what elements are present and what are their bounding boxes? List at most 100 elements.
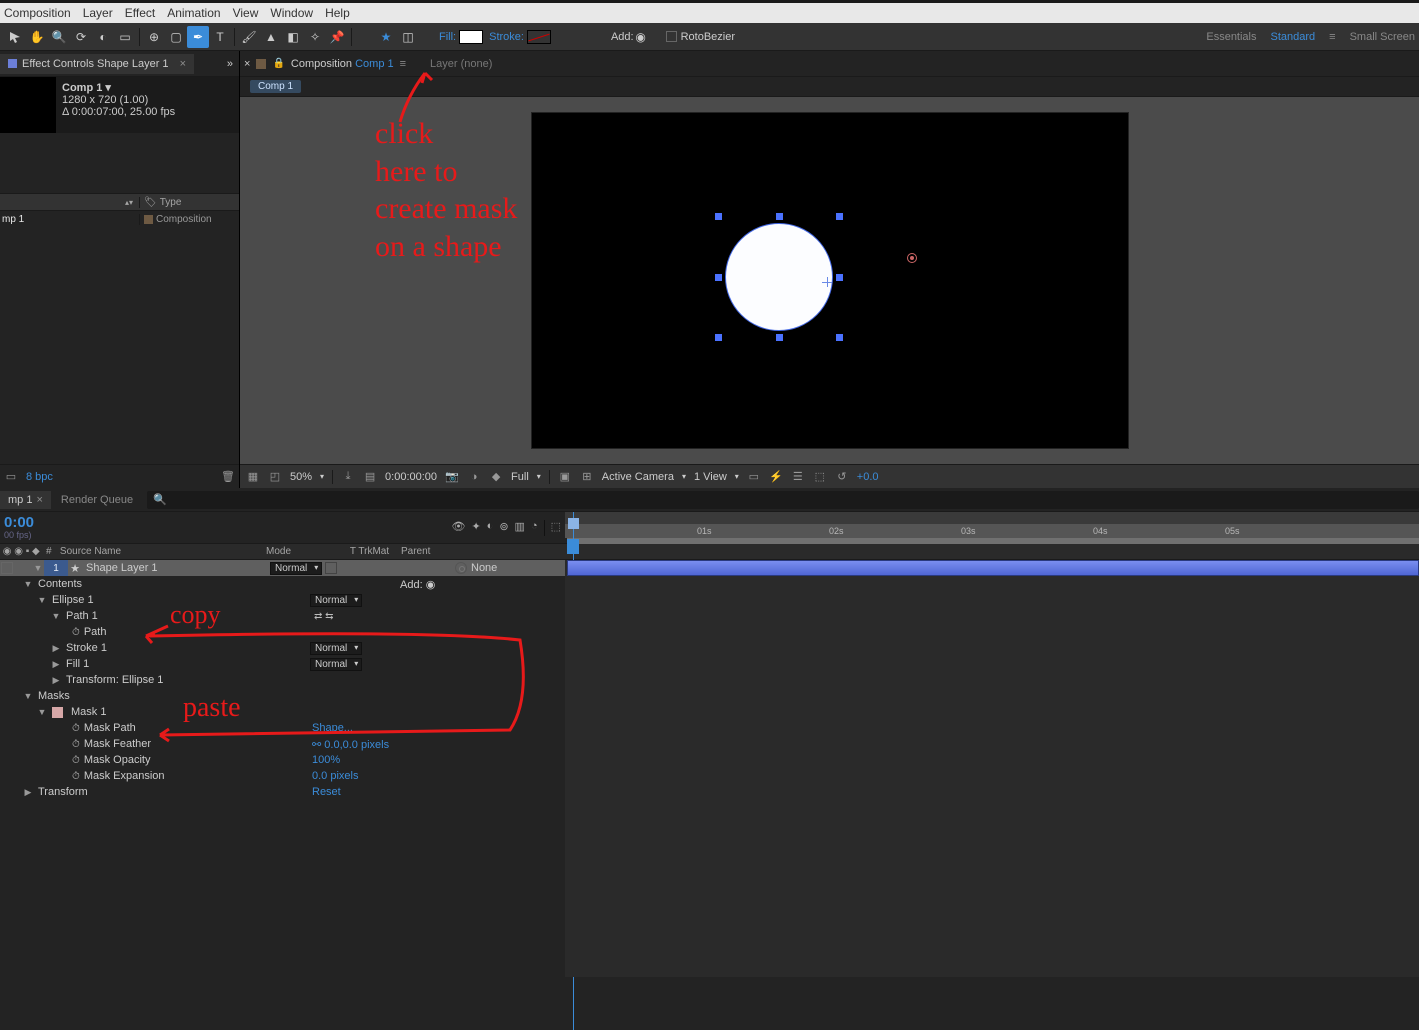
visibility-toggle[interactable]	[1, 562, 13, 574]
zoom-dropdown[interactable]: 50%	[290, 471, 312, 483]
mask-path-prop[interactable]: ⏱ Mask Path Shape...	[0, 720, 565, 736]
snapshot-icon[interactable]: 📷	[445, 470, 459, 484]
lock-icon[interactable]: 🔒	[272, 58, 284, 69]
views-dropdown[interactable]: 1 View	[694, 471, 727, 483]
tool-brush[interactable]: 🖌	[238, 26, 260, 48]
reset-exposure-icon[interactable]: ↺	[835, 470, 849, 484]
frameblend-icon[interactable]: ◐	[487, 520, 494, 536]
project-row[interactable]: mp 1 Composition	[0, 211, 239, 228]
stroke-mode-dropdown[interactable]: Normal	[310, 642, 362, 655]
stopwatch-icon[interactable]: ⏱	[72, 755, 80, 766]
timeline-icon[interactable]: ☰	[791, 470, 805, 484]
trkmat-column-header[interactable]: T TrkMat	[342, 546, 397, 557]
workspace-essentials[interactable]: Essentials	[1206, 31, 1256, 43]
menu-effect[interactable]: Effect	[125, 6, 155, 20]
fill-mode-dropdown[interactable]: Normal	[310, 658, 362, 671]
tool-stamp[interactable]: ▲	[260, 26, 282, 48]
anchor-point-icon[interactable]	[822, 277, 832, 287]
transform-group[interactable]: ▶ Transform Reset	[0, 784, 565, 800]
comp-name[interactable]: Comp 1 ▾	[62, 81, 175, 94]
stopwatch-icon[interactable]: ⏱	[72, 739, 80, 750]
preserve-transparency[interactable]	[325, 562, 337, 574]
effect-controls-tab[interactable]: Effect Controls Shape Layer 1 ×	[0, 54, 194, 74]
bpc-button[interactable]: 8 bpc	[26, 471, 53, 483]
pickwhip-icon[interactable]	[455, 562, 467, 574]
camera-dropdown[interactable]: Active Camera	[602, 471, 674, 483]
timeline-tab-renderqueue[interactable]: Render Queue	[51, 491, 143, 509]
time-ruler[interactable]: 01s 02s 03s 04s 05s	[565, 512, 1419, 543]
layer-duration-bar[interactable]	[567, 560, 1419, 576]
tool-selection[interactable]	[4, 26, 26, 48]
flowchart-icon[interactable]: ⬚	[813, 470, 827, 484]
timeline-layer-list[interactable]: ▼ 1 ★ Shape Layer 1 Normal None ▼ Conten…	[0, 560, 565, 977]
fill-label[interactable]: Fill:	[439, 31, 456, 43]
pixel-aspect-icon[interactable]: ▭	[747, 470, 761, 484]
add-label[interactable]: Add:	[611, 31, 634, 43]
menu-animation[interactable]: Animation	[167, 6, 220, 20]
add-contents-button[interactable]: Add: ◉	[400, 578, 435, 591]
trash-icon[interactable]: 🗑	[221, 470, 235, 484]
menu-window[interactable]: Window	[270, 6, 313, 20]
menu-layer[interactable]: Layer	[83, 6, 113, 20]
col-name-header[interactable]: ▴▾	[0, 198, 139, 207]
ellipse-shape[interactable]	[725, 223, 833, 331]
tool-orbit[interactable]: ⟳	[70, 26, 92, 48]
tool-shape[interactable]: ▢	[165, 26, 187, 48]
menu-view[interactable]: View	[233, 6, 259, 20]
comp-thumbnail[interactable]	[0, 77, 56, 133]
bbox-handle[interactable]	[715, 213, 722, 220]
fill-swatch[interactable]	[459, 30, 483, 44]
workspace-smallscreen[interactable]: Small Screen	[1350, 31, 1415, 43]
draft3d-icon[interactable]: ⬚	[551, 520, 561, 536]
toggle-alpha-icon[interactable]: ▦	[246, 470, 260, 484]
bbox-handle[interactable]	[776, 334, 783, 341]
viewer-timecode[interactable]: 0:00:00:00	[385, 471, 437, 483]
menu-composition[interactable]: Composition	[4, 6, 71, 20]
mask-expansion-prop[interactable]: ⏱ Mask Expansion 0.0 pixels	[0, 768, 565, 784]
tool-eraser[interactable]: ◧	[282, 26, 304, 48]
timeline-tab-comp[interactable]: mp 1×	[0, 491, 51, 509]
tool-puppet[interactable]: 📌	[326, 26, 348, 48]
bbox-handle[interactable]	[836, 334, 843, 341]
stopwatch-icon[interactable]: ⏱	[72, 723, 80, 734]
project-item-name[interactable]: mp 1	[0, 214, 139, 225]
transform-reset[interactable]: Reset	[312, 786, 341, 798]
tool-anchor[interactable]: ⊕	[143, 26, 165, 48]
bbox-handle[interactable]	[836, 213, 843, 220]
close-tab-icon[interactable]: ×	[180, 58, 186, 70]
fill1-group[interactable]: ▶ Fill 1 Normal	[0, 656, 565, 672]
link-icon[interactable]: ⚯	[312, 739, 321, 751]
mask-vertex[interactable]	[907, 253, 917, 263]
col-type-header[interactable]: 🏷Type	[139, 197, 239, 208]
add-menu-icon[interactable]: ◉	[634, 26, 648, 48]
roi-icon[interactable]: ▣	[558, 470, 572, 484]
layer-name[interactable]: Shape Layer 1	[82, 562, 270, 574]
tool-mask-icon[interactable]: ◫	[397, 26, 419, 48]
composition-canvas[interactable]	[532, 113, 1128, 448]
blend-mode-dropdown[interactable]: Normal	[270, 562, 322, 575]
grid-guides-icon[interactable]: ⊞	[580, 470, 594, 484]
parent-column-header[interactable]: Parent	[397, 546, 497, 557]
show-snapshot-icon[interactable]: ◑	[467, 470, 481, 484]
masks-group[interactable]: ▼ Masks	[0, 688, 565, 704]
path1-group[interactable]: ▼ Path 1 ⇄ ⇆	[0, 608, 565, 624]
tool-roto[interactable]: ✧	[304, 26, 326, 48]
tool-rotation[interactable]: ◐	[92, 26, 114, 48]
bbox-handle[interactable]	[715, 334, 722, 341]
resolution-dropdown[interactable]: Full	[511, 471, 529, 483]
channel-icon[interactable]: ◆	[489, 470, 503, 484]
mask-opacity-value[interactable]: 100%	[312, 754, 340, 766]
graph-icon[interactable]: ▥	[515, 520, 525, 536]
contents-group[interactable]: ▼ Contents Add: ◉	[0, 576, 565, 592]
mask-color-swatch[interactable]	[52, 707, 63, 718]
workspace-standard[interactable]: Standard	[1271, 31, 1316, 43]
crumb-comp[interactable]: Comp 1	[250, 80, 301, 93]
composition-tab[interactable]: Composition Comp 1	[291, 58, 394, 70]
tool-hand[interactable]: ✋	[26, 26, 48, 48]
tool-text[interactable]: T	[209, 26, 231, 48]
mode-column-header[interactable]: Mode	[262, 546, 342, 557]
stroke-label[interactable]: Stroke:	[489, 31, 524, 43]
ellipse-mode-dropdown[interactable]: Normal	[310, 594, 362, 607]
brainstorm-icon[interactable]: ◔	[531, 520, 538, 536]
cti-handle[interactable]	[567, 539, 579, 554]
